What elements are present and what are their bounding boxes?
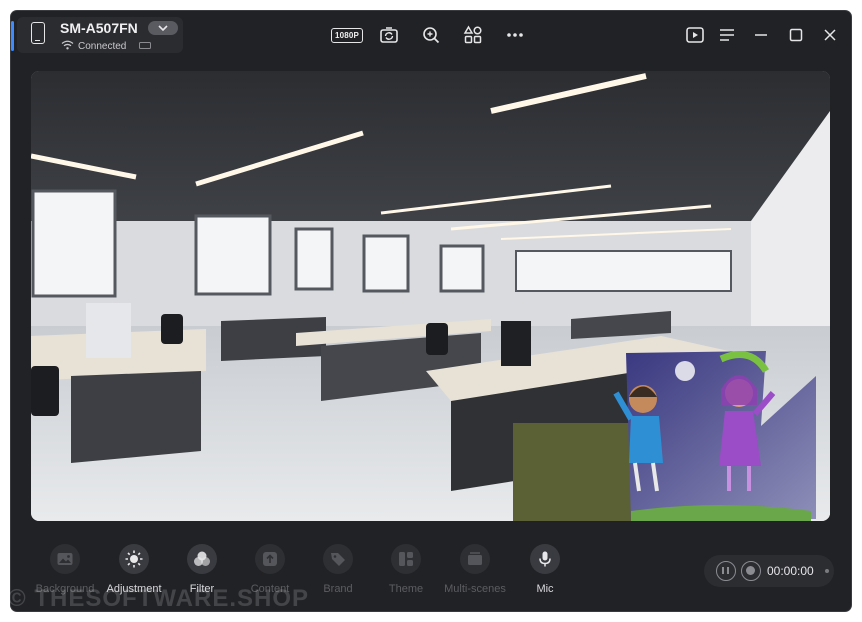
close-icon (824, 29, 836, 41)
image-icon (57, 553, 73, 565)
office-scene (31, 71, 830, 521)
battery-icon (139, 42, 151, 49)
phone-icon (31, 22, 45, 44)
theme-icon (399, 552, 413, 566)
rotate-camera-button[interactable] (374, 22, 404, 48)
minimize-icon (755, 34, 767, 36)
content-tool-button[interactable] (255, 544, 285, 574)
filter-icon (194, 551, 210, 566)
theme-tool-button[interactable] (391, 544, 421, 574)
apps-icon (463, 25, 482, 44)
zoom-in-icon (423, 27, 440, 44)
device-selector[interactable]: SM-A507FN Connected (17, 17, 183, 53)
upload-icon (263, 552, 277, 566)
minimize-button[interactable] (746, 22, 776, 48)
tool-label: Brand (323, 583, 353, 595)
play-icon (686, 27, 704, 43)
more-icon (507, 33, 523, 37)
chevron-down-icon (158, 25, 168, 32)
camera-preview[interactable] (31, 71, 830, 521)
tool-multi-scenes[interactable]: Multi-scenes (440, 544, 510, 604)
adjustment-tool-button[interactable] (119, 544, 149, 574)
tool-brand[interactable]: Brand (303, 544, 373, 604)
maximize-icon (789, 28, 803, 42)
background-tool-button[interactable] (50, 544, 80, 574)
menu-icon (720, 29, 734, 41)
mic-icon (539, 551, 551, 567)
tool-mic[interactable]: Mic (510, 544, 580, 604)
more-button[interactable] (500, 22, 530, 48)
filter-tool-button[interactable] (187, 544, 217, 574)
tool-label: Mic (536, 583, 554, 595)
watermark: © THESOFTWARE.SHOP (8, 585, 310, 612)
stop-button[interactable] (741, 561, 761, 581)
recording-timer: 00:00:00 (767, 564, 814, 578)
rotate-camera-icon (380, 27, 398, 43)
close-button[interactable] (815, 22, 845, 48)
connection-status: Connected (78, 41, 127, 52)
tool-label: Theme (388, 583, 424, 595)
resolution-button[interactable]: 1080P (330, 22, 364, 48)
apps-button[interactable] (458, 22, 488, 48)
tool-label: Multi-scenes (444, 583, 506, 595)
mic-tool-button[interactable] (530, 544, 560, 574)
recording-controls: 00:00:00 (704, 555, 834, 587)
pause-button[interactable] (716, 561, 736, 581)
resolution-badge: 1080P (330, 27, 364, 43)
play-button[interactable] (680, 22, 710, 48)
sun-icon (125, 550, 143, 568)
tag-icon (331, 553, 345, 566)
zoom-button[interactable] (416, 22, 446, 48)
brand-tool-button[interactable] (323, 544, 353, 574)
tool-theme[interactable]: Theme (371, 544, 441, 604)
multi-scenes-tool-button[interactable] (460, 544, 490, 574)
menu-button[interactable] (712, 22, 742, 48)
scenes-icon (468, 552, 482, 565)
device-dropdown-button[interactable] (148, 21, 178, 35)
maximize-button[interactable] (781, 22, 811, 48)
recording-indicator-dot (825, 569, 829, 573)
wifi-icon (61, 40, 74, 50)
app-window: SM-A507FN Connected 1080P Background Adj… (11, 11, 851, 611)
device-name: SM-A507FN (60, 20, 138, 36)
